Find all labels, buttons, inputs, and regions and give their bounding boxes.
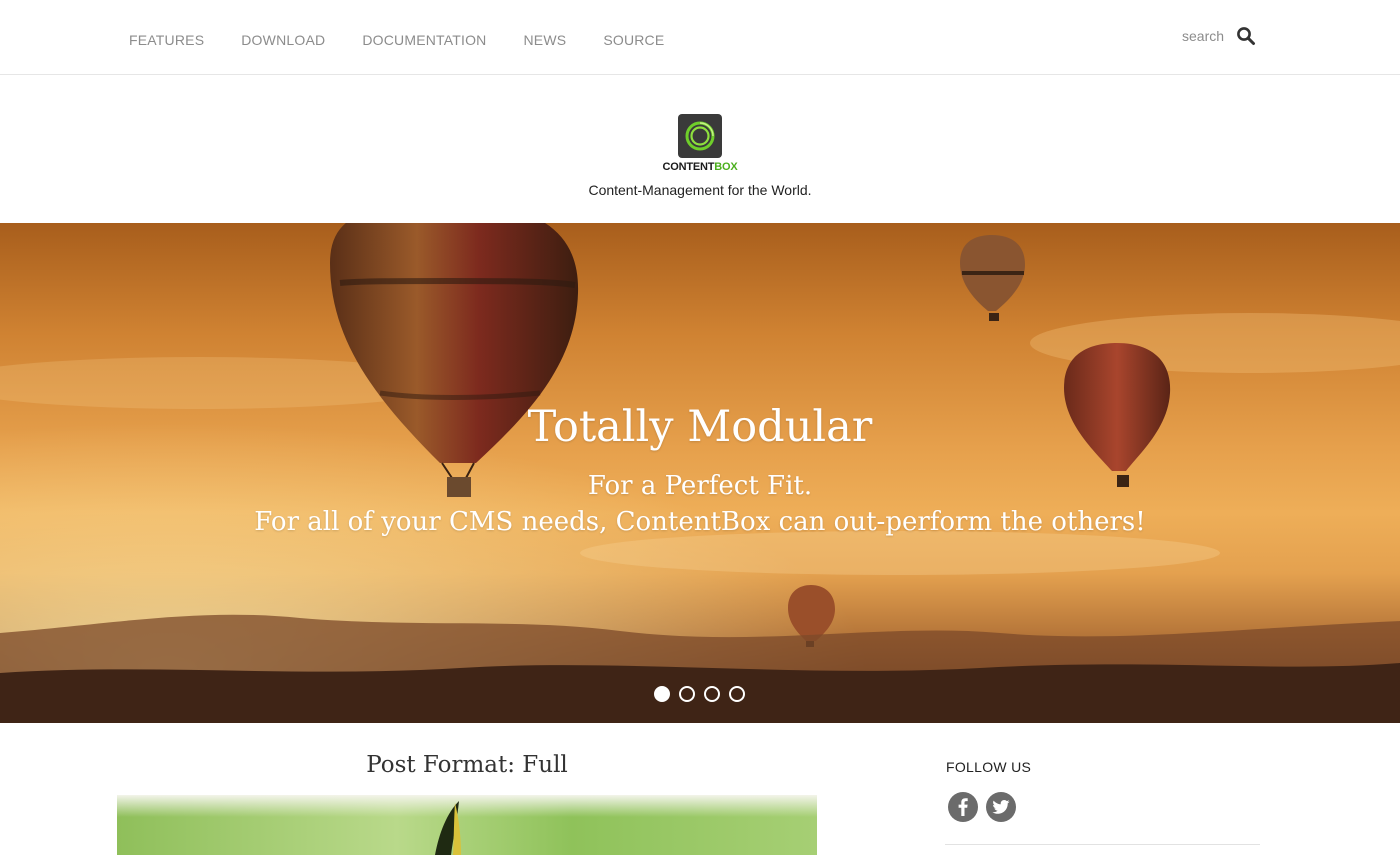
facebook-link[interactable]: [948, 792, 978, 822]
search-icon[interactable]: [1236, 26, 1256, 46]
nav-news-link[interactable]: NEWS: [524, 31, 567, 49]
brand-header: CONTENTBOX Content-Management for the Wo…: [0, 75, 1400, 223]
hero-subtitle-line-1: For a Perfect Fit.: [587, 471, 813, 501]
nav-download-link[interactable]: DOWNLOAD: [241, 31, 325, 49]
slide-dot-3[interactable]: [704, 686, 720, 702]
logo-wordmark: CONTENTBOX: [0, 161, 1400, 173]
post-featured-image[interactable]: [117, 795, 817, 855]
facebook-icon: [958, 798, 968, 816]
slider-pagination: [654, 686, 745, 702]
logo-text-box: BOX: [714, 161, 738, 173]
post-title[interactable]: Post Format: Full: [117, 750, 817, 780]
contentbox-logo-icon[interactable]: [678, 114, 722, 158]
twitter-icon: [992, 800, 1010, 814]
social-links: [948, 792, 1024, 822]
slide-dot-4[interactable]: [729, 686, 745, 702]
top-navbar: FEATURES DOWNLOAD DOCUMENTATION NEWS SOU…: [0, 0, 1400, 75]
twitter-link[interactable]: [986, 792, 1016, 822]
hero-subtitle-line-2: For all of your CMS needs, ContentBox ca…: [254, 507, 1146, 537]
hero-title: Totally Modular: [527, 402, 873, 452]
follow-us-heading: FOLLOW US: [946, 759, 1032, 775]
search-box: [1182, 26, 1256, 46]
site-tagline: Content-Management for the World.: [588, 182, 812, 198]
sidebar-divider: [945, 844, 1260, 845]
nav-documentation-link[interactable]: DOCUMENTATION: [362, 31, 486, 49]
search-input[interactable]: [1182, 28, 1230, 44]
hero-subtitle: For a Perfect Fit. For all of your CMS n…: [0, 468, 1400, 540]
nav-source-link[interactable]: SOURCE: [603, 31, 664, 49]
hero-slider: Totally Modular For a Perfect Fit. For a…: [0, 223, 1400, 723]
slide-dot-2[interactable]: [679, 686, 695, 702]
slide-dot-1[interactable]: [654, 686, 670, 702]
logo-text-content: CONTENT: [662, 161, 715, 173]
nav-features-link[interactable]: FEATURES: [129, 31, 204, 49]
main-nav: FEATURES DOWNLOAD DOCUMENTATION NEWS SOU…: [129, 31, 664, 49]
